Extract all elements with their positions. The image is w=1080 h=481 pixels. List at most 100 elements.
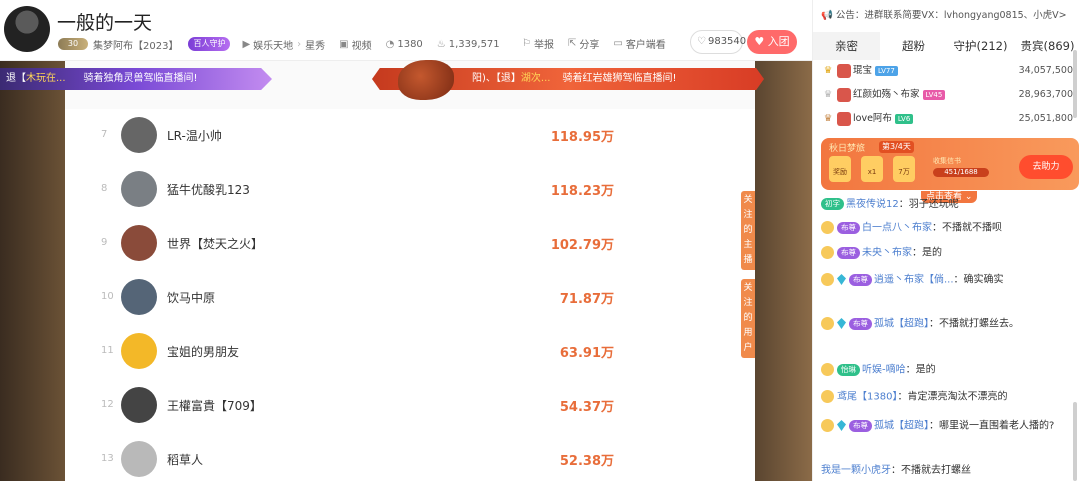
- fan-level-icon: [821, 273, 834, 286]
- fan-level-icon: [821, 317, 834, 330]
- client-label: 客户端看: [625, 40, 666, 51]
- followed-anchor-tab[interactable]: 关注的主播: [741, 191, 755, 270]
- category-label: 娱乐天地: [253, 40, 294, 52]
- fans-counter[interactable]: ♡ 983540: [690, 30, 746, 54]
- share-button[interactable]: ⇱ 分享: [568, 36, 599, 51]
- avatar[interactable]: [121, 333, 157, 369]
- notice-text: 公告：进群联系简要VX：lvhongyang0815、小虎V>: [835, 10, 1067, 21]
- chat-message[interactable]: 怡琳 听娱-嘀哈：是的: [821, 363, 1059, 381]
- followers-count: 1380: [397, 38, 423, 50]
- chat-user-name[interactable]: 听娱-嘀哈: [862, 365, 906, 376]
- chat-user-name[interactable]: 未央丶布家: [862, 248, 912, 259]
- rank-user-name[interactable]: 世界【焚天之火】: [167, 235, 263, 252]
- collect-label: 收集信书: [933, 157, 961, 165]
- reward-label: 奖励: [833, 168, 847, 176]
- chat-user-name[interactable]: 孤城【超跑】: [874, 421, 929, 432]
- banner-right-text: 骑着红岩雄狮驾临直播间!: [562, 73, 677, 84]
- client-button[interactable]: ▭ 客户端看: [613, 36, 665, 51]
- live-room: 一般的一天 30 集梦阿布【2023】 百人守护 ▶ 娱乐天地 › 星秀 ▣ 视频 ◔ 1…: [0, 0, 1080, 481]
- table-row[interactable]: 12 王權富貴【709】 54.37万: [65, 379, 755, 433]
- followers-item: ◔ 1380: [386, 39, 423, 50]
- chat-text: ：哪里说一直围着老人播的?: [929, 420, 1055, 432]
- rank-user-name[interactable]: 稻草人: [167, 451, 203, 468]
- chat-user-name[interactable]: 黑夜传说12: [846, 199, 899, 210]
- chat-user-name[interactable]: 鸢尾【1380】: [837, 392, 897, 403]
- chat-message[interactable]: 初字 黑夜传说12：羽子还玩呢: [821, 198, 1059, 214]
- chat-user-name[interactable]: 白一点八丶布家: [862, 223, 932, 234]
- anchor-avatar[interactable]: [4, 6, 50, 52]
- tab-super-fans[interactable]: 超粉: [880, 32, 947, 60]
- notice-bar[interactable]: 📢 公告：进群联系简要VX：lvhongyang0815、小虎V>: [813, 0, 1080, 32]
- user-tag: LV45: [922, 89, 946, 100]
- table-row[interactable]: 11 宝姐的男朋友 63.91万: [65, 325, 755, 379]
- tab-vip[interactable]: 贵宾(869): [1014, 32, 1080, 60]
- list-item[interactable]: ♛ 红颜如殇丶布家 LV45 28,963,700: [821, 84, 1073, 106]
- avatar[interactable]: [121, 117, 157, 153]
- background-shelf-right: [755, 61, 812, 481]
- table-row[interactable]: 8 猛牛优酸乳123 118.23万: [65, 163, 755, 217]
- followed-user-tab[interactable]: 关注的用户: [741, 279, 755, 358]
- banner-left-text: 骑着独角灵兽驾临直播间!: [83, 73, 198, 84]
- chat-text: ：确实确实: [953, 274, 1004, 286]
- video-item[interactable]: ▣ 视频: [339, 37, 371, 52]
- rank-user-name[interactable]: LR-温小帅: [167, 127, 222, 144]
- chat-user-name[interactable]: 逍遥丶布家【倘...: [874, 275, 954, 286]
- share-icon: ⇱: [567, 38, 577, 49]
- report-button[interactable]: ⚐ 举报: [522, 36, 554, 51]
- rank-user-name[interactable]: 王權富貴【709】: [167, 397, 262, 414]
- autumn-event-card[interactable]: 秋日梦旅 第3/4天 奖励 x1 7万 收集信书 451/1688 去助力: [821, 138, 1079, 190]
- rank-value: 52.38万: [559, 454, 614, 469]
- fan-badge: 初字: [821, 198, 844, 210]
- chat-text: ：是的: [905, 364, 936, 376]
- table-row[interactable]: 9 世界【焚天之火】 102.79万: [65, 217, 755, 271]
- fan-badge: 布尊: [849, 273, 872, 286]
- chat-message[interactable]: 鸢尾【1380】：肯定漂亮淘汰不漂亮的: [821, 390, 1059, 408]
- rank-user-name[interactable]: 猛牛优酸乳123: [167, 181, 250, 198]
- chat-message[interactable]: 布尊 逍遥丶布家【倘...：确实确实: [821, 273, 1059, 303]
- join-label: 入团: [767, 35, 790, 48]
- avatar[interactable]: [121, 225, 157, 261]
- support-button[interactable]: 去助力: [1019, 155, 1073, 179]
- join-fan-club-button[interactable]: ♥ 入团: [747, 30, 797, 54]
- table-row[interactable]: 10 饮马中原 71.87万: [65, 271, 755, 325]
- rank-user-name[interactable]: 饮马中原: [167, 289, 215, 306]
- table-row[interactable]: 7 LR-温小帅 118.95万: [65, 109, 755, 163]
- list-item[interactable]: ♛ love阿布 LV6 25,051,800: [821, 108, 1073, 130]
- flame-icon: ♨: [436, 38, 446, 50]
- guard-badge[interactable]: 百人守护: [188, 37, 231, 51]
- chat-message[interactable]: 我是一颗小虎牙：不播就去打螺丝: [821, 464, 1059, 480]
- user-tag: LV77: [875, 65, 898, 76]
- play-icon: ▶: [242, 38, 251, 50]
- room-header: 一般的一天 30 集梦阿布【2023】 百人守护 ▶ 娱乐天地 › 星秀 ▣ 视频 ◔ 1…: [0, 0, 812, 61]
- chat-message[interactable]: 布尊 未央丶布家：是的: [821, 246, 1059, 264]
- chat-message[interactable]: 布尊 孤城【超跑】：哪里说一直围着老人播的?: [821, 419, 1059, 449]
- tab-intimacy[interactable]: 亲密: [813, 32, 880, 60]
- avatar[interactable]: [121, 279, 157, 315]
- megaphone-icon: 📢: [821, 10, 833, 21]
- user-tag: LV6: [894, 113, 914, 124]
- chat-user-name[interactable]: 我是一颗小虎牙: [821, 465, 891, 476]
- avatar[interactable]: [121, 387, 157, 423]
- chat-scrollbar[interactable]: [1073, 402, 1077, 481]
- rank-scrollbar[interactable]: [1073, 50, 1077, 118]
- chat-user-name[interactable]: 孤城【超跑】: [874, 319, 929, 330]
- fan-badge: 怡琳: [837, 363, 860, 376]
- avatar[interactable]: [121, 171, 157, 207]
- list-item[interactable]: ♛ 琨宝 LV77 34,057,500: [821, 60, 1073, 82]
- rank-user-name[interactable]: 宝姐的男朋友: [167, 343, 239, 360]
- anchor-name[interactable]: 集梦阿布【2023】: [93, 37, 178, 52]
- video-stage[interactable]: 7 LR-温小帅 118.95万 8 猛牛优酸乳123 118.23万 9 世界【焚天之火】 1…: [0, 61, 812, 481]
- avatar[interactable]: [121, 441, 157, 477]
- coin-icon: 7万: [893, 156, 915, 182]
- chat-message[interactable]: 布尊 白一点八丶布家：不播就不播呗: [821, 221, 1059, 239]
- share-label: 分享: [579, 40, 600, 51]
- rank-number: 11: [101, 345, 114, 356]
- tab-guard[interactable]: 守护(212): [947, 32, 1014, 60]
- category-item[interactable]: ▶ 娱乐天地 › 星秀: [242, 37, 325, 52]
- chat-message[interactable]: 布尊 孤城【超跑】：不播就打螺丝去。: [821, 317, 1059, 347]
- avatar: [837, 87, 851, 102]
- ranking-panel: 7 LR-温小帅 118.95万 8 猛牛优酸乳123 118.23万 9 世界【焚天之火】 1…: [65, 61, 755, 481]
- fan-badge: 布尊: [837, 221, 860, 234]
- table-row[interactable]: 13 稻草人 52.38万: [65, 433, 755, 481]
- chat-text: ：是的: [912, 247, 942, 259]
